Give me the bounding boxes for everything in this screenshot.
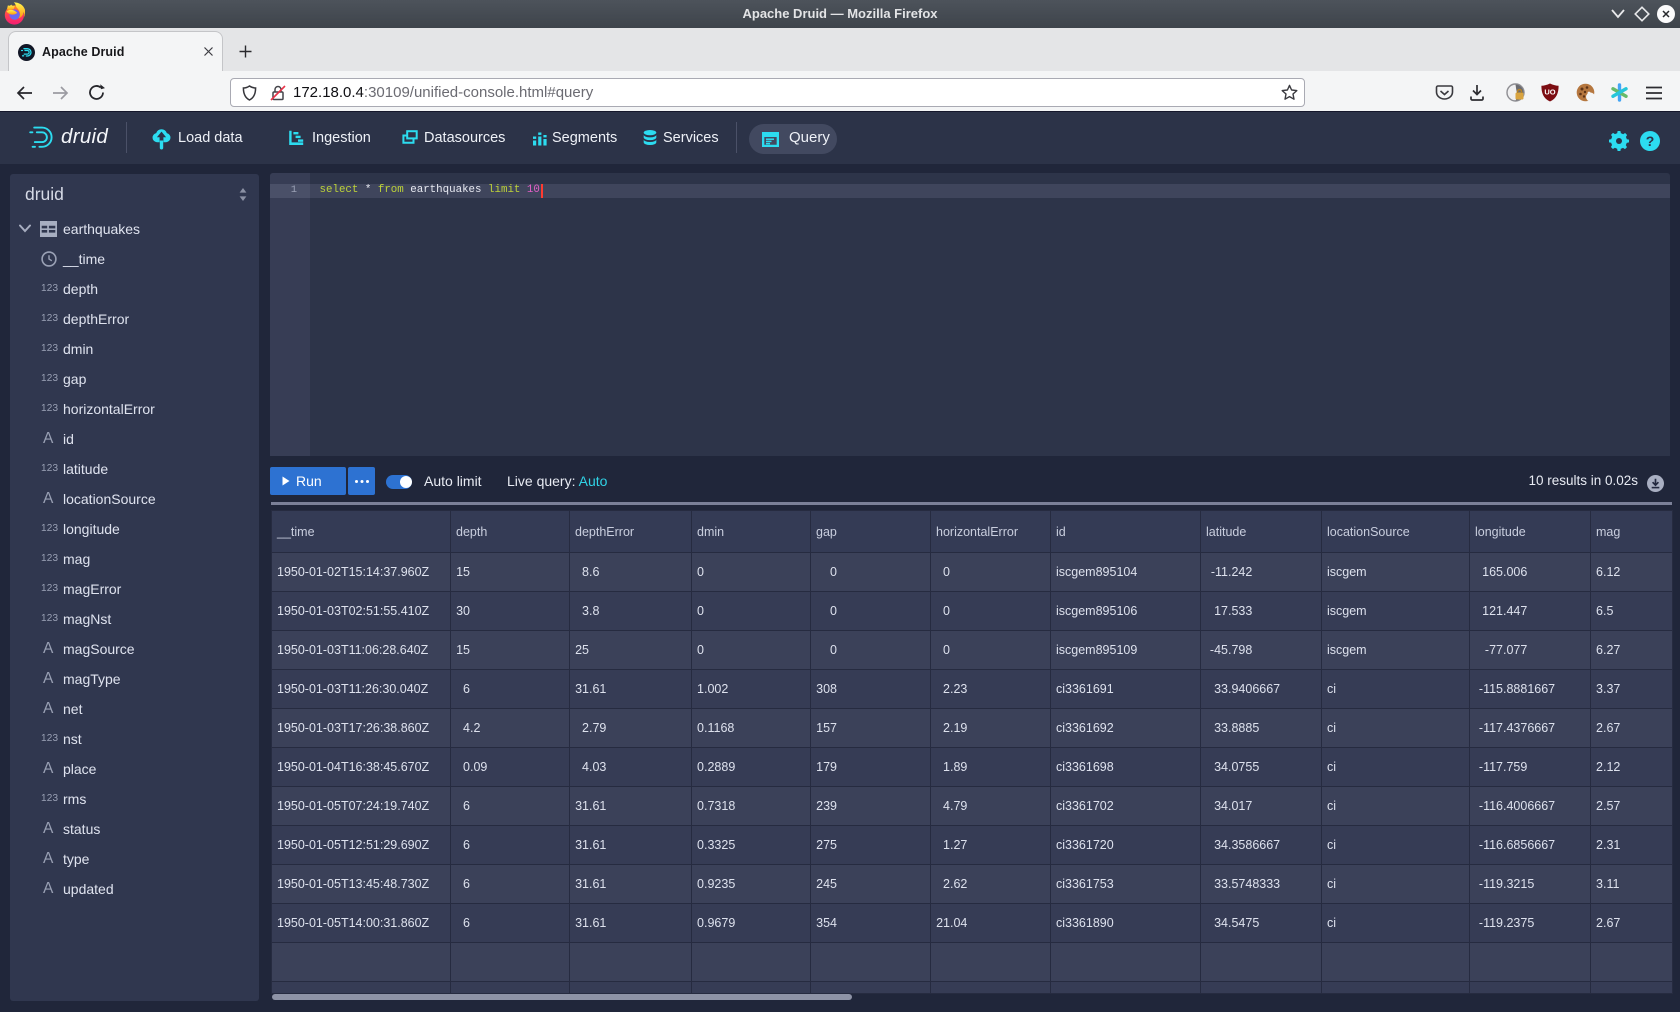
svg-text:UO: UO bbox=[1544, 88, 1555, 97]
svg-text:?: ? bbox=[1646, 133, 1655, 149]
